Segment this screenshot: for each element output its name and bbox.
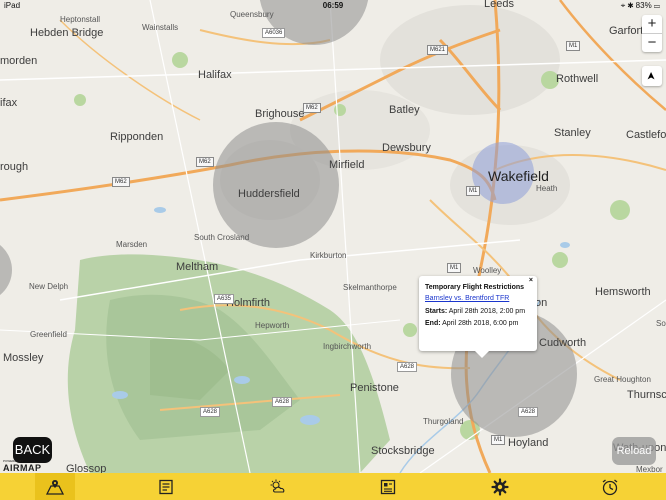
battery-percent: 83% — [635, 1, 652, 10]
place-label: Stanley — [554, 127, 591, 139]
place-label: Mossley — [3, 352, 44, 364]
tab-checklist[interactable] — [146, 473, 186, 500]
road-shield: A628 — [200, 407, 221, 417]
place-label: So — [656, 319, 666, 328]
place-label: Heath — [536, 184, 558, 193]
zoom-out-button[interactable]: − — [642, 34, 662, 52]
place-label: Great Houghton — [594, 375, 651, 384]
place-label: Thurnsco — [627, 389, 666, 401]
notes-icon — [380, 479, 396, 494]
road-shield: M1 — [447, 263, 462, 273]
place-label: New Delph — [29, 282, 69, 291]
clock: 06:59 — [322, 1, 344, 10]
tfr-popup: × Temporary Flight Restrictions Barnsley… — [419, 276, 537, 358]
road-shield: M1 — [491, 435, 506, 445]
place-label: Castleford — [626, 129, 666, 141]
place-label: Penistone — [350, 382, 399, 394]
tab-notes[interactable] — [368, 473, 408, 500]
popup-end: End: April 28th 2018, 6:00 pm — [425, 320, 518, 327]
road-shield: M62 — [196, 157, 214, 167]
place-label: Halifax — [198, 69, 232, 81]
place-label: Meltham — [176, 261, 219, 273]
road-shield: M62 — [303, 103, 321, 113]
tab-timer[interactable] — [590, 473, 630, 500]
checklist-icon — [159, 479, 173, 494]
road-shield: M1 — [566, 41, 581, 51]
place-label: Ingbirchworth — [323, 342, 372, 351]
tfr-link[interactable]: Barnsley vs. Brentford TFR — [425, 295, 509, 302]
place-label: Huddersfield — [238, 188, 300, 200]
place-label: Cudworth — [539, 337, 587, 349]
place-label: Hebden Bridge — [30, 27, 104, 39]
place-label: Wainstalls — [142, 23, 179, 32]
end-value: April 28th 2018, 6:00 pm — [442, 320, 519, 327]
airmap-logo: POWERED BY AIRMAP — [3, 459, 42, 473]
road-shield: A6036 — [262, 28, 286, 38]
tab-weather[interactable] — [258, 473, 298, 500]
starts-value: April 28th 2018, 2:00 pm — [448, 308, 526, 315]
tfr-circle-huddersfield — [213, 122, 339, 248]
place-label: Brighouse — [255, 108, 305, 120]
end-label: End: — [425, 320, 441, 327]
place-label: Mexbor — [636, 465, 663, 473]
popup-close-button[interactable]: × — [529, 277, 533, 284]
road-shield: A628 — [272, 397, 293, 407]
weather-icon — [270, 479, 285, 493]
place-label: Wakefield — [488, 168, 549, 184]
place-label: Dewsbury — [382, 142, 431, 154]
settings-icon — [491, 477, 509, 496]
place-label: rough — [0, 161, 29, 173]
road-shield: M62 — [112, 177, 130, 187]
tab-map[interactable] — [35, 473, 75, 500]
battery-indicator: ⌖ ✱ 83% ▭ — [620, 1, 660, 10]
place-label: Hepworth — [255, 321, 290, 330]
place-label: Thurgoland — [423, 417, 464, 426]
timer-icon — [602, 478, 618, 495]
tab-bar — [0, 473, 666, 500]
brand-name: AIRMAP — [3, 463, 42, 473]
place-label: Ripponden — [110, 131, 164, 143]
place-label: Mirfield — [329, 159, 365, 171]
tab-settings[interactable] — [480, 473, 520, 500]
place-label: Heptonstall — [60, 15, 101, 24]
road-shield: A628 — [397, 362, 418, 372]
place-label: Marsden — [116, 240, 148, 249]
road-shield: A628 — [518, 407, 539, 417]
popup-starts: Starts: April 28th 2018, 2:00 pm — [425, 308, 525, 315]
place-label: Hemsworth — [595, 286, 651, 298]
place-label: Greenfield — [30, 330, 67, 339]
popup-pointer — [475, 351, 489, 358]
place-label: ifax — [0, 97, 18, 109]
locate-button[interactable]: ➤ — [642, 66, 662, 86]
map-icon — [46, 479, 64, 495]
place-label: Skelmanthorpe — [343, 283, 397, 292]
place-label: South Crosland — [194, 233, 250, 242]
place-label: Stocksbridge — [371, 445, 435, 457]
place-label: Hoyland — [508, 437, 549, 449]
place-label: Kirkburton — [310, 251, 347, 260]
location-arrow-icon: ➤ — [646, 71, 658, 81]
status-bar: iPad 06:59 ⌖ ✱ 83% ▭ — [0, 0, 666, 12]
place-label: Woolley — [473, 266, 502, 275]
zoom-controls: + − — [642, 15, 662, 52]
place-label: Batley — [389, 104, 420, 116]
road-shield: A635 — [214, 294, 235, 304]
place-label: Rothwell — [556, 73, 599, 85]
place-label: morden — [0, 55, 38, 67]
place-label: Glossop — [66, 463, 107, 473]
popup-title: Temporary Flight Restrictions — [425, 284, 525, 291]
map-background — [0, 0, 666, 473]
zoom-in-button[interactable]: + — [642, 15, 662, 33]
tfr-circle-oldham — [0, 245, 12, 295]
starts-label: Starts: — [425, 308, 448, 315]
road-shield: M621 — [427, 45, 449, 55]
reload-button[interactable]: Reload — [612, 437, 656, 465]
road-shield: M1 — [466, 186, 481, 196]
map-canvas[interactable]: Leeds Hebden Bridge Heptonstall Wainstalls Q… — [0, 0, 666, 473]
